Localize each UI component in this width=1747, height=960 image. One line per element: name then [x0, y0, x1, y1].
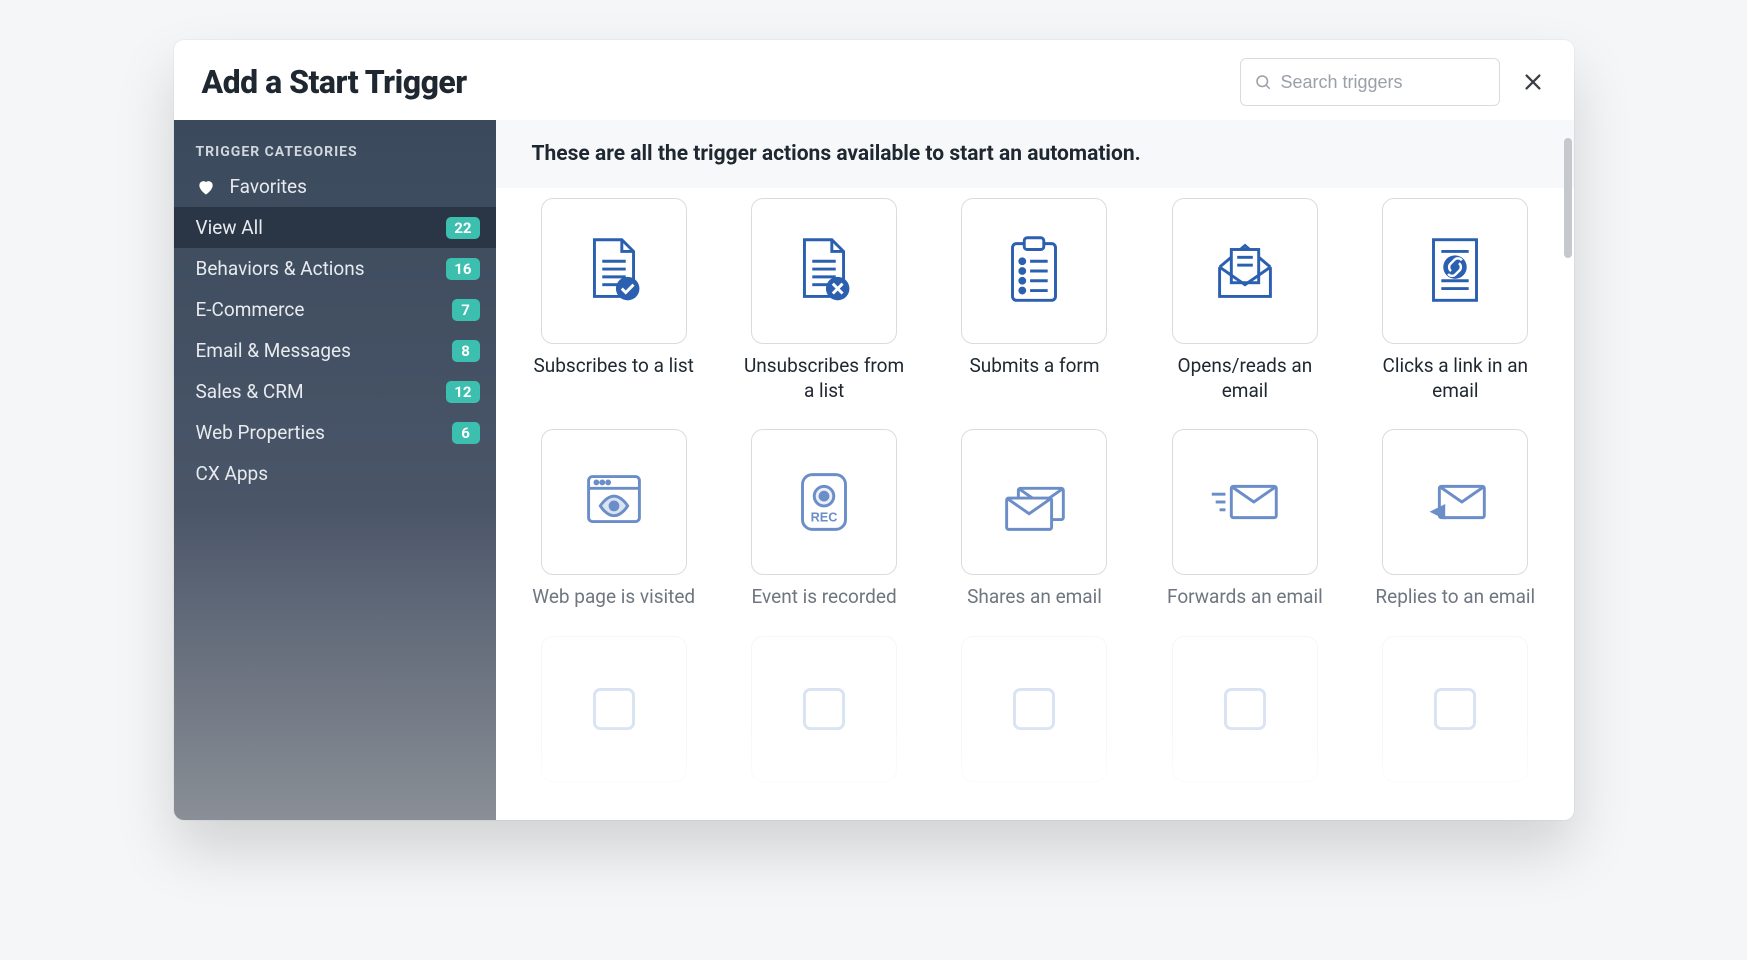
- trigger-event-recorded[interactable]: REC Event is recorded: [742, 429, 906, 610]
- modal-body: TRIGGER CATEGORIES Favorites View All 22 Be…: [174, 120, 1574, 820]
- trigger-subscribes-list[interactable]: Subscribes to a list: [532, 198, 696, 403]
- trigger-label: Submits a form: [969, 354, 1099, 379]
- sidebar-item-e-commerce[interactable]: E-Commerce 7: [174, 289, 496, 330]
- modal-header: Add a Start Trigger: [174, 40, 1574, 120]
- start-trigger-modal: Add a Start Trigger TRIGGER CATEGORIES F…: [174, 40, 1574, 820]
- sidebar-item-label: Web Properties: [196, 421, 325, 444]
- trigger-web-page-visited[interactable]: Web page is visited: [532, 429, 696, 610]
- placeholder-icon: [541, 636, 687, 782]
- trigger-unsubscribes-list[interactable]: Unsubscribes from a list: [742, 198, 906, 403]
- count-badge: 8: [452, 340, 480, 362]
- mail-share-icon: [961, 429, 1107, 575]
- search-input[interactable]: [1240, 58, 1500, 106]
- heart-icon: [196, 177, 216, 197]
- sidebar-item-label: Sales & CRM: [196, 380, 304, 403]
- count-badge: 6: [452, 422, 480, 444]
- close-icon: [1522, 71, 1544, 93]
- trigger-grid-wrap[interactable]: Subscribes to a list Unsubscribes from a…: [496, 188, 1574, 820]
- trigger-peek[interactable]: [952, 636, 1116, 782]
- count-badge: 12: [446, 381, 479, 403]
- sidebar-item-sales-crm[interactable]: Sales & CRM 12: [174, 371, 496, 412]
- trigger-peek[interactable]: [1373, 636, 1537, 782]
- doc-check-icon: [541, 198, 687, 344]
- doc-link-icon: [1382, 198, 1528, 344]
- svg-text:REC: REC: [811, 511, 838, 525]
- trigger-replies-email[interactable]: Replies to an email: [1373, 429, 1537, 610]
- mail-forward-icon: [1172, 429, 1318, 575]
- search-icon: [1254, 73, 1272, 91]
- clipboard-icon: [961, 198, 1107, 344]
- sidebar-item-favorites[interactable]: Favorites: [174, 166, 496, 207]
- sidebar-item-label: Email & Messages: [196, 339, 351, 362]
- trigger-label: Clicks a link in an email: [1373, 354, 1537, 403]
- sidebar-item-email-messages[interactable]: Email & Messages 8: [174, 330, 496, 371]
- trigger-opens-email[interactable]: Opens/reads an email: [1163, 198, 1327, 403]
- trigger-label: Event is recorded: [752, 585, 897, 610]
- header-actions: [1240, 58, 1546, 106]
- placeholder-icon: [1382, 636, 1528, 782]
- trigger-peek[interactable]: [742, 636, 906, 782]
- mail-open-icon: [1172, 198, 1318, 344]
- sidebar-item-label: View All: [196, 216, 263, 239]
- trigger-label: Forwards an email: [1167, 585, 1323, 610]
- sidebar-item-label: E-Commerce: [196, 298, 305, 321]
- content-area: These are all the trigger actions availa…: [496, 120, 1574, 820]
- trigger-shares-email[interactable]: Shares an email: [952, 429, 1116, 610]
- sidebar-item-web-properties[interactable]: Web Properties 6: [174, 412, 496, 453]
- trigger-submits-form[interactable]: Submits a form: [952, 198, 1116, 403]
- doc-x-icon: [751, 198, 897, 344]
- sidebar: TRIGGER CATEGORIES Favorites View All 22 Be…: [174, 120, 496, 820]
- trigger-label: Replies to an email: [1375, 585, 1535, 610]
- trigger-peek[interactable]: [1163, 636, 1327, 782]
- mail-reply-icon: [1382, 429, 1528, 575]
- description-bar: These are all the trigger actions availa…: [496, 120, 1574, 188]
- count-badge: 7: [452, 299, 480, 321]
- sidebar-item-label: Behaviors & Actions: [196, 257, 365, 280]
- count-badge: 16: [446, 258, 479, 280]
- scrollbar-thumb[interactable]: [1564, 138, 1572, 258]
- trigger-label: Unsubscribes from a list: [742, 354, 906, 403]
- rec-icon: REC: [751, 429, 897, 575]
- modal-title: Add a Start Trigger: [202, 63, 467, 101]
- sidebar-item-behaviors-actions[interactable]: Behaviors & Actions 16: [174, 248, 496, 289]
- trigger-label: Opens/reads an email: [1163, 354, 1327, 403]
- trigger-clicks-link-email[interactable]: Clicks a link in an email: [1373, 198, 1537, 403]
- sidebar-item-label: CX Apps: [196, 462, 269, 485]
- sidebar-item-view-all[interactable]: View All 22: [174, 207, 496, 248]
- sidebar-item-cx-apps[interactable]: CX Apps: [174, 453, 496, 494]
- trigger-label: Shares an email: [967, 585, 1102, 610]
- count-badge: 22: [446, 217, 479, 239]
- search-wrap: [1240, 58, 1500, 106]
- browser-eye-icon: [541, 429, 687, 575]
- trigger-label: Subscribes to a list: [534, 354, 694, 379]
- close-button[interactable]: [1520, 69, 1546, 95]
- sidebar-item-label: Favorites: [230, 175, 307, 198]
- placeholder-icon: [1172, 636, 1318, 782]
- sidebar-heading: TRIGGER CATEGORIES: [174, 134, 496, 166]
- placeholder-icon: [751, 636, 897, 782]
- placeholder-icon: [961, 636, 1107, 782]
- trigger-peek[interactable]: [532, 636, 696, 782]
- trigger-label: Web page is visited: [532, 585, 695, 610]
- trigger-forwards-email[interactable]: Forwards an email: [1163, 429, 1327, 610]
